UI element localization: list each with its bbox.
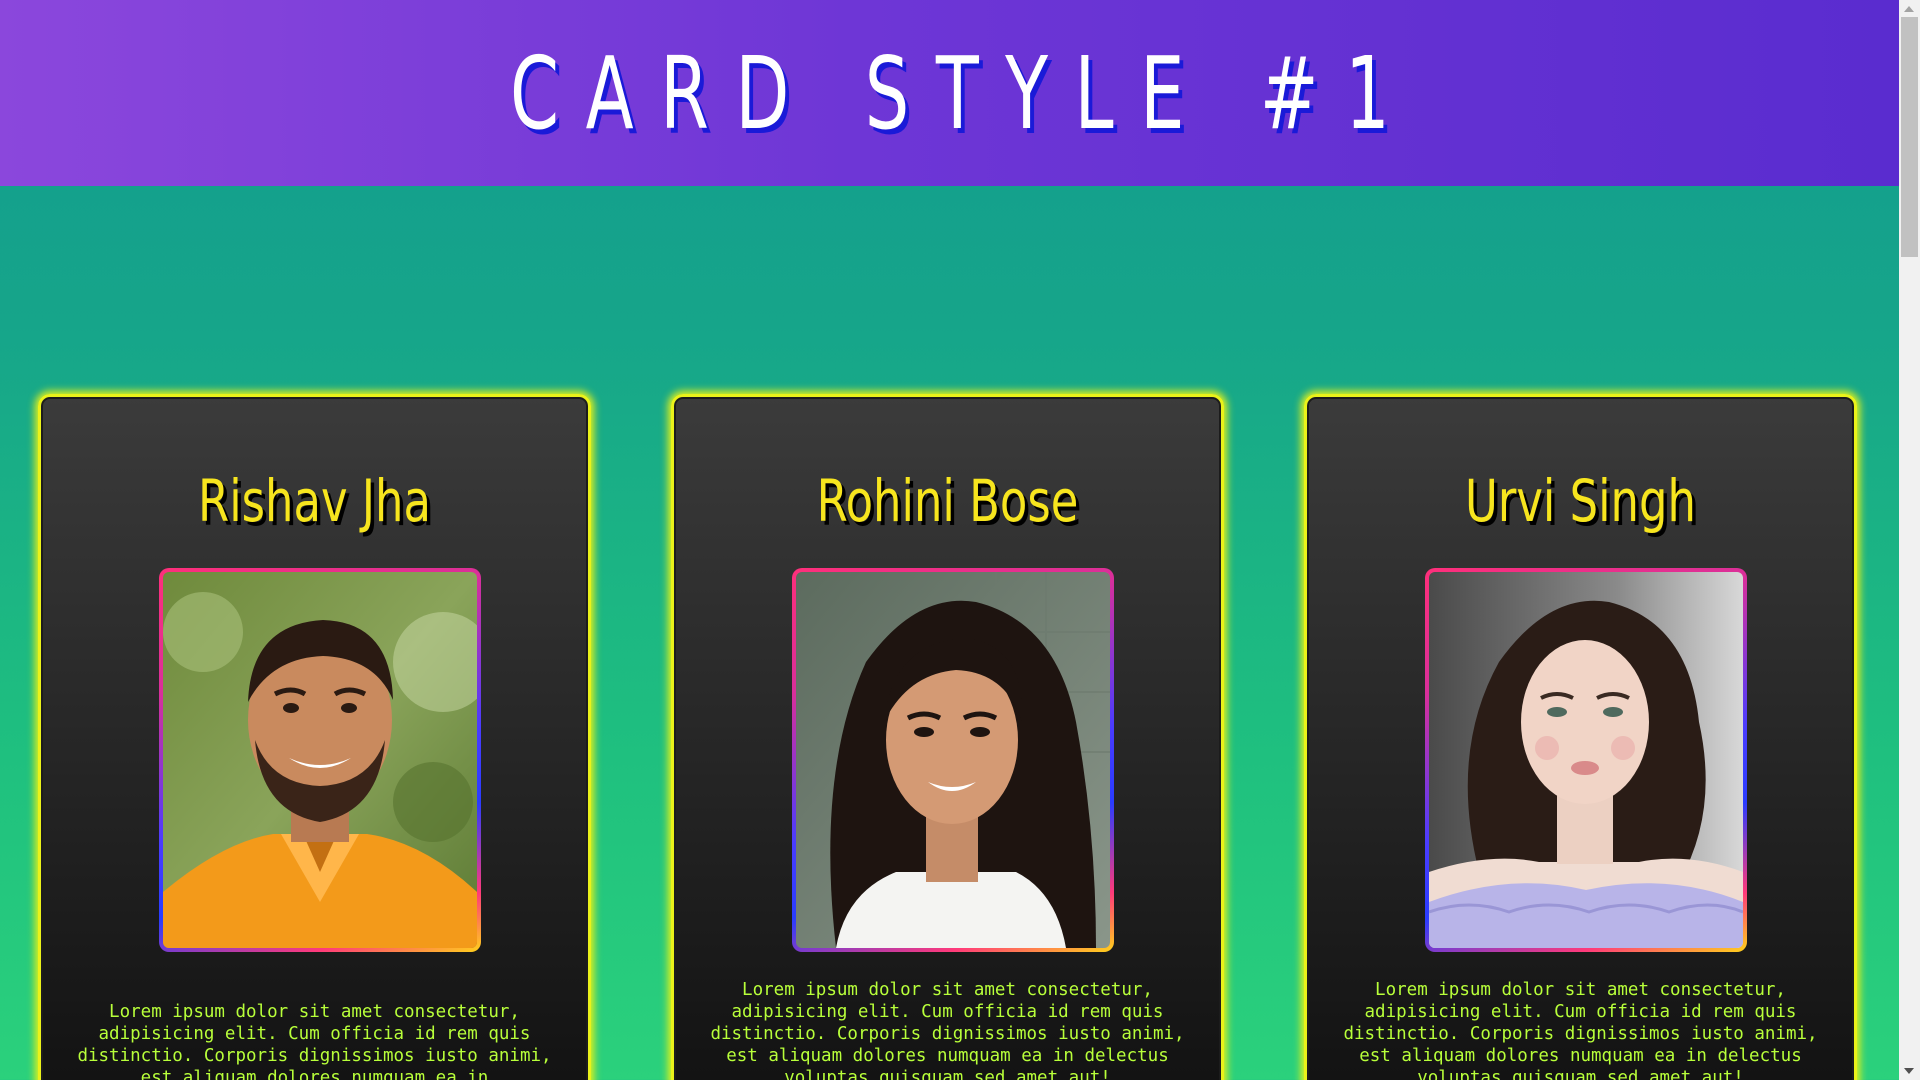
profile-card: Rohini Bose Lorem ipsum dolor sit amet c… xyxy=(671,394,1224,1080)
cards-container: Rishav Jha Lorem ipsum dolor sit amet co… xyxy=(0,0,1899,1080)
card-name: Rishav Jha xyxy=(198,467,431,535)
profile-photo xyxy=(163,572,477,948)
card-description: Lorem ipsum dolor sit amet consectetur, … xyxy=(77,1002,552,1080)
scroll-up-arrow-icon[interactable] xyxy=(1904,6,1914,12)
profile-photo xyxy=(796,572,1110,948)
profile-card: Urvi Singh Lorem ipsum dolor sit amet co… xyxy=(1304,394,1857,1080)
card-description: Lorem ipsum dolor sit amet consectetur, … xyxy=(1343,980,1818,1080)
profile-photo xyxy=(1429,572,1743,948)
card-name: Rohini Bose xyxy=(816,467,1079,535)
card-name: Urvi Singh xyxy=(1465,467,1696,535)
photo-frame xyxy=(792,568,1114,952)
scroll-down-arrow-icon[interactable] xyxy=(1904,1068,1914,1074)
photo-frame xyxy=(1425,568,1747,952)
vertical-scrollbar[interactable] xyxy=(1899,0,1920,1080)
scroll-thumb[interactable] xyxy=(1901,17,1918,257)
card-description: Lorem ipsum dolor sit amet consectetur, … xyxy=(710,980,1185,1080)
profile-card: Rishav Jha Lorem ipsum dolor sit amet co… xyxy=(38,394,591,1080)
photo-frame xyxy=(159,568,481,952)
